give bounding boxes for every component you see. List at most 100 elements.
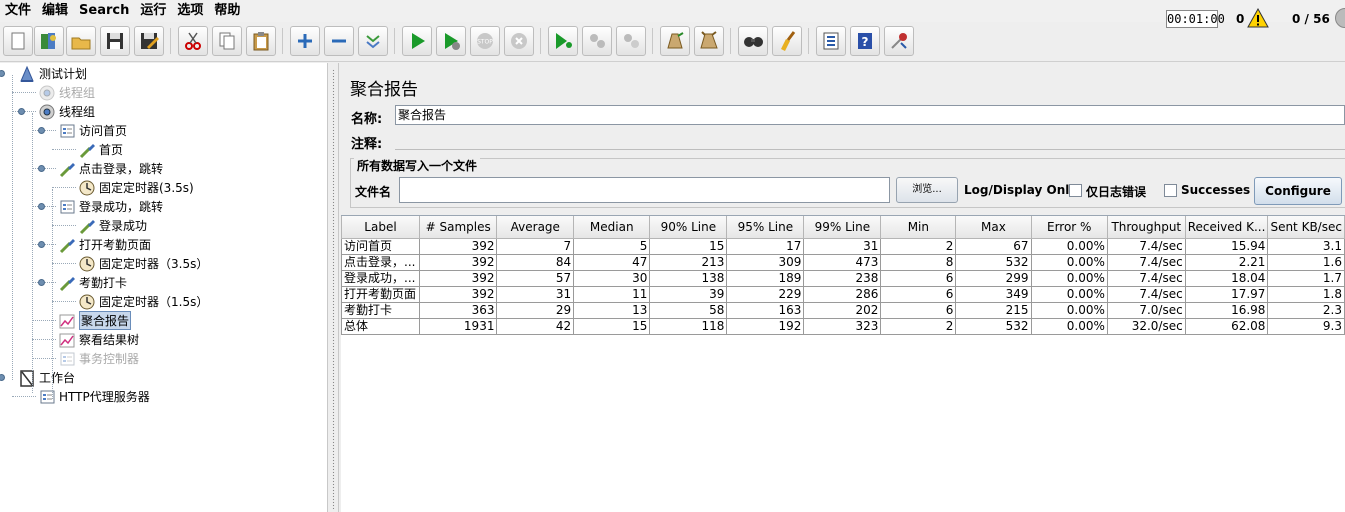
tree-node[interactable]: 固定定时器（3.5s） [78, 254, 208, 273]
table-cell: 392 [418, 285, 498, 303]
tree-node[interactable]: 工作台 [18, 368, 75, 387]
tree-node[interactable]: 点击登录，跳转 [58, 159, 163, 178]
remote-start-button[interactable] [548, 26, 578, 56]
log-viewer-button[interactable] [884, 26, 914, 56]
column-header[interactable]: Sent KB/sec [1267, 216, 1345, 239]
tree-expand-handle[interactable] [0, 70, 5, 77]
table-cell: 3.1 [1267, 237, 1345, 255]
table-row[interactable]: 考勤打卡 363 29 13 58 163 202 6 215 0.00% 7.0/sec 16.98… [341, 301, 1345, 319]
reset-search-button[interactable] [772, 26, 802, 56]
expand-button[interactable] [290, 26, 320, 56]
tree-node[interactable]: 考勤打卡 [58, 273, 127, 292]
table-row[interactable]: 总体 1931 42 15 118 192 323 2 532 0.00% 32.0/sec 62.0… [341, 317, 1345, 335]
column-header[interactable]: Average [496, 216, 575, 239]
start-no-pause-button[interactable] [436, 26, 466, 56]
configure-button[interactable]: Configure [1254, 177, 1342, 205]
table-cell: 363 [418, 301, 498, 319]
start-button[interactable] [402, 26, 432, 56]
search-button[interactable] [738, 26, 768, 56]
tree-node[interactable]: 聚合报告 [58, 311, 132, 330]
column-header[interactable]: 99% Line [803, 216, 882, 239]
column-header[interactable]: Max [955, 216, 1032, 239]
tree-node[interactable]: 察看结果树 [58, 330, 139, 349]
column-header[interactable]: Error % [1030, 216, 1108, 239]
menu-item-1[interactable]: 编辑 [37, 0, 74, 22]
table-row[interactable]: 打开考勤页面 392 31 11 39 229 286 6 349 0.00% 7.4/sec 17.… [341, 285, 1345, 303]
tree-node[interactable]: 线程组 [38, 83, 95, 102]
table-cell: 1.6 [1267, 253, 1345, 271]
menu-item-0[interactable]: 文件 [0, 0, 37, 22]
tree-expand-handle[interactable] [18, 108, 25, 115]
table-row[interactable]: 登录成功，... 392 57 30 138 189 238 6 299 0.00% 7.4/sec… [341, 269, 1345, 287]
filename-field[interactable] [399, 177, 890, 203]
name-label: 名称: [351, 112, 383, 127]
table-cell: 62.08 [1184, 317, 1269, 335]
comment-field[interactable] [395, 130, 1345, 150]
clear-button[interactable] [660, 26, 690, 56]
tree-node[interactable]: 事务控制器 [58, 349, 139, 368]
tree-expand-handle[interactable] [0, 374, 5, 381]
tree-node[interactable]: 线程组 [38, 102, 95, 121]
column-header[interactable]: Min [880, 216, 957, 239]
tree-node[interactable]: 打开考勤页面 [58, 235, 151, 254]
help-button[interactable]: ? [850, 26, 880, 56]
stop-button[interactable]: STOP [470, 26, 500, 56]
open-button[interactable] [66, 26, 96, 56]
menu-item-3[interactable]: 运行 [135, 0, 172, 22]
name-field[interactable]: 聚合报告 [395, 105, 1345, 125]
save-button[interactable] [100, 26, 130, 56]
tree-expand-handle[interactable] [38, 127, 45, 134]
function-helper-button[interactable] [816, 26, 846, 56]
tree-expand-handle[interactable] [38, 279, 45, 286]
column-header[interactable]: 95% Line [726, 216, 805, 239]
toggle-button[interactable] [358, 26, 388, 56]
column-header[interactable]: Label [341, 216, 420, 239]
templates-button[interactable] [34, 26, 64, 56]
column-header[interactable]: Median [573, 216, 651, 239]
table-cell: 138 [649, 269, 728, 287]
table-cell: 6 [880, 269, 957, 287]
tree-node[interactable]: 首页 [78, 140, 123, 159]
toolbar-separator [394, 28, 395, 54]
tree-expand-handle[interactable] [38, 241, 45, 248]
copy-button[interactable] [212, 26, 242, 56]
timer-icon [78, 179, 96, 197]
menu-item-5[interactable]: 帮助 [209, 0, 246, 22]
table-cell: 9.3 [1267, 317, 1345, 335]
error-count: 0 [1236, 12, 1245, 26]
tree-node[interactable]: 固定定时器（1.5s） [78, 292, 208, 311]
split-pane-divider[interactable] [327, 63, 339, 512]
tree-node[interactable]: 访问首页 [58, 121, 127, 140]
panel-title: 聚合报告 [350, 80, 418, 100]
column-header[interactable]: 90% Line [649, 216, 728, 239]
tree-node[interactable]: 登录成功 [78, 216, 147, 235]
tree-node[interactable]: HTTP代理服务器 [38, 387, 150, 406]
save-as-button[interactable] [134, 26, 164, 56]
browse-button[interactable]: 浏览... [896, 177, 958, 203]
successes-checkbox[interactable] [1164, 184, 1177, 197]
new-button[interactable] [3, 26, 33, 56]
column-header[interactable]: Throughput [1106, 216, 1186, 239]
tree-node[interactable]: 登录成功，跳转 [58, 197, 163, 216]
table-row[interactable]: 访问首页 392 7 5 15 17 31 2 67 0.00% 7.4/sec 15.94 3.1 [341, 237, 1345, 255]
transaction-controller-icon [58, 350, 76, 368]
table-row[interactable]: 点击登录，... 392 84 47 213 309 473 8 532 0.00% 7.4/sec… [341, 253, 1345, 271]
remote-stop-button[interactable] [582, 26, 612, 56]
collapse-button[interactable] [324, 26, 354, 56]
tree-node[interactable]: 测试计划 [18, 64, 87, 83]
tree-expand-handle[interactable] [38, 165, 45, 172]
clear-all-button[interactable] [694, 26, 724, 56]
paste-button[interactable] [246, 26, 276, 56]
menu-item-4[interactable]: 选项 [172, 0, 209, 22]
warning-icon[interactable] [1247, 8, 1269, 28]
tree-node[interactable]: 固定定时器(3.5s) [78, 178, 194, 197]
errors-only-checkbox[interactable] [1069, 184, 1082, 197]
remote-shutdown-button[interactable] [616, 26, 646, 56]
menu-item-2[interactable]: Search [74, 0, 135, 22]
shutdown-button[interactable] [504, 26, 534, 56]
tree-expand-handle[interactable] [38, 203, 45, 210]
cut-button[interactable] [178, 26, 208, 56]
column-header[interactable]: # Samples [418, 216, 498, 239]
svg-text:STOP: STOP [477, 39, 493, 46]
column-header[interactable]: Received K... [1184, 216, 1269, 239]
